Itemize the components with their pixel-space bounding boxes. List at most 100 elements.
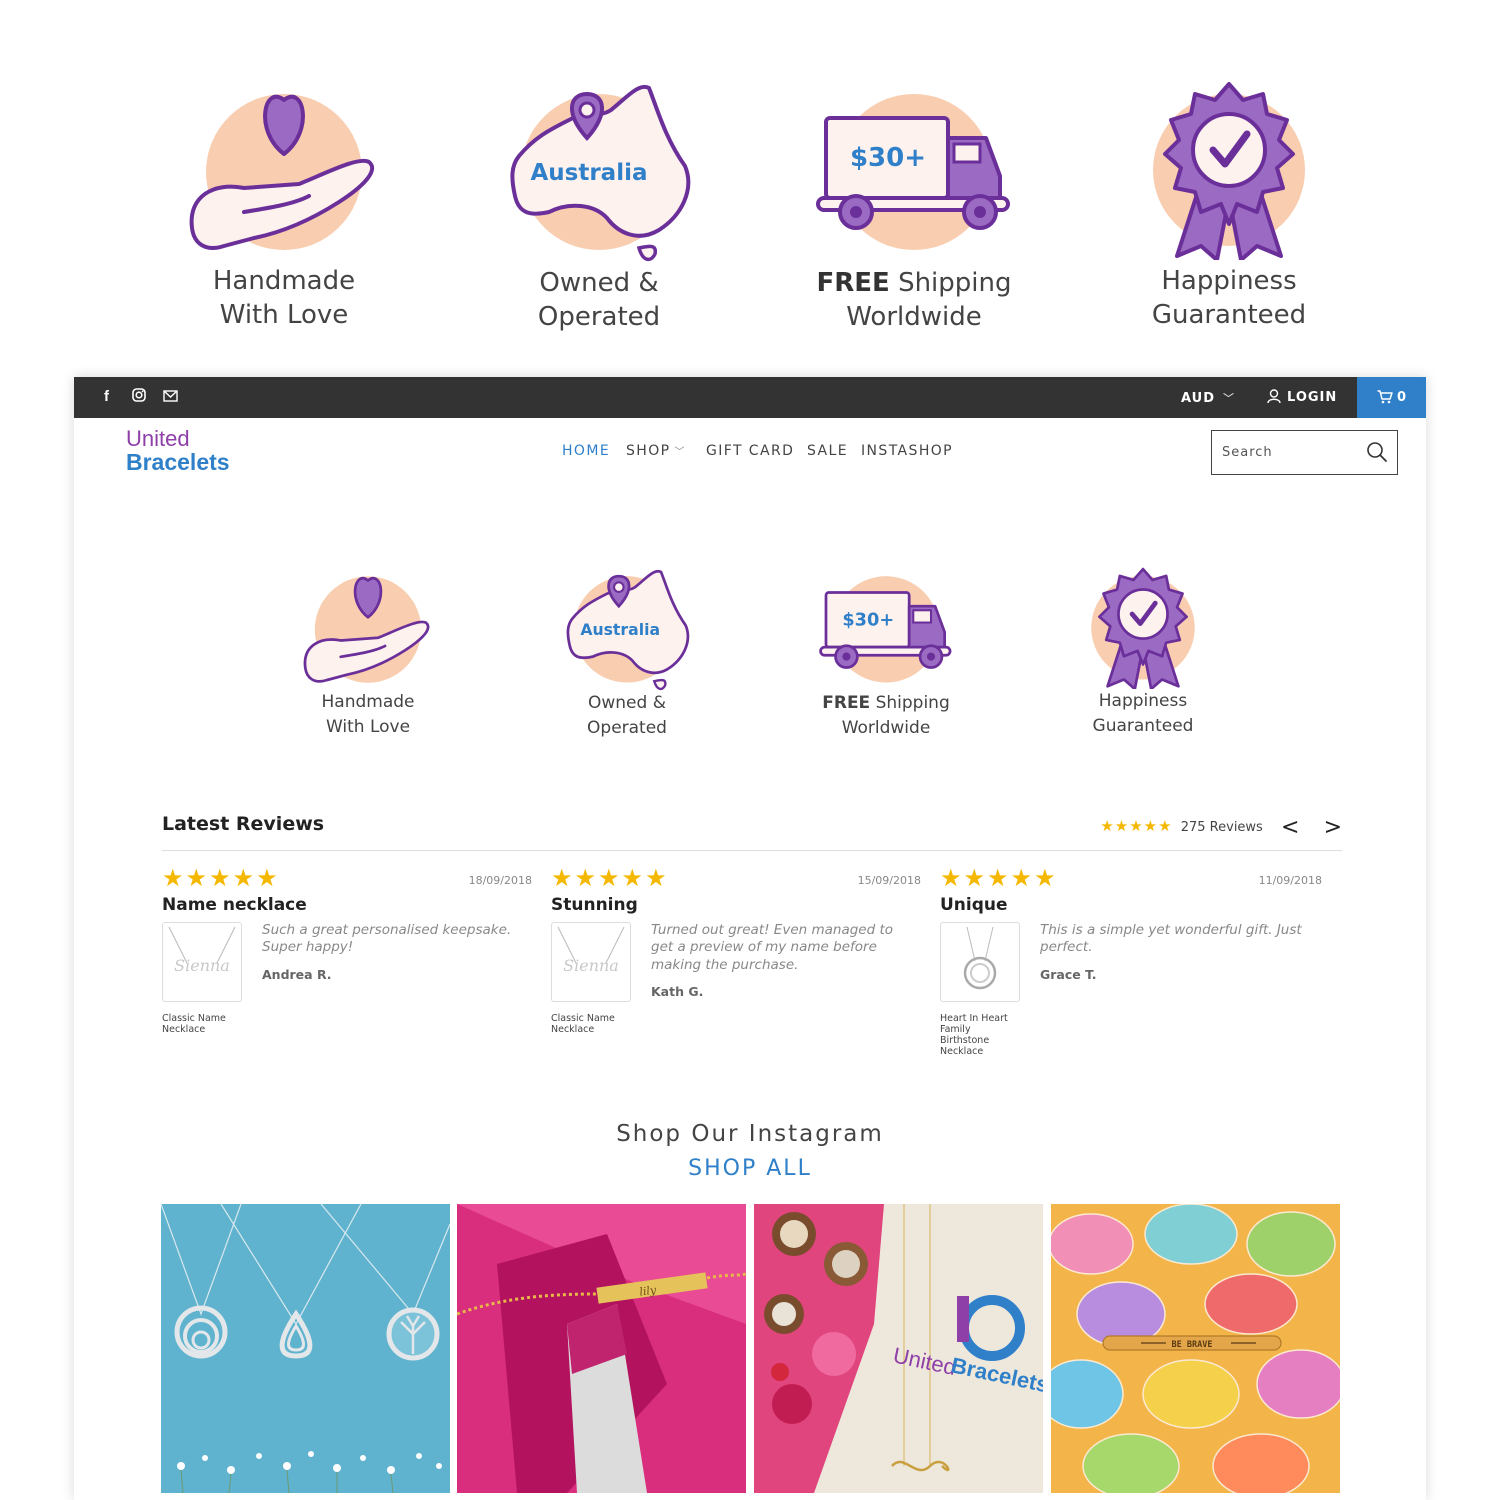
map-label: Australia [530,160,647,186]
logo-line-1: United [126,426,190,451]
product-name[interactable]: Classic Name Necklace [551,1013,631,1036]
caption-line-2: Operated [587,717,667,738]
product-name[interactable]: Heart In Heart Family Birthstone Necklac… [940,1013,1010,1058]
caption-bold: FREE [822,693,871,713]
product-name[interactable]: Classic Name Necklace [162,1013,242,1036]
australia-map-icon: Australia [510,84,691,262]
nav-instashop[interactable]: INSTASHOP [861,443,953,459]
caption-bold: FREE [816,268,890,298]
search-box [1211,430,1398,475]
feature-caption: Happiness Guaranteed [1043,689,1243,738]
caption-line-1: Handmade [321,692,415,712]
infinity-necklace-image: United Bracelets [754,1204,1043,1493]
be-brave-cuff-image: BE BRAVE [1051,1204,1340,1493]
australia-map-icon: Australia [566,569,690,691]
mail-icon[interactable] [163,388,178,406]
name-necklace-image: Sienna [557,926,625,975]
prev-arrow-icon[interactable]: < [1281,815,1299,840]
review-date: 15/09/2018 [857,874,921,887]
review-card: ★★★★★ 18/09/2018 Name necklace Sienna Su… [162,864,532,1035]
nav-gift-card[interactable]: GIFT CARD [706,443,794,459]
caption-line-1: Happiness [1098,691,1188,711]
map-label: Australia [580,620,660,639]
instagram-tile[interactable]: United Bracelets [754,1204,1043,1493]
currency-selector[interactable]: AUD ﹀ [1181,390,1235,406]
heart-hand-icon [189,94,375,250]
bracelet-engraving: lily [639,1283,658,1298]
nav-shop[interactable]: SHOP ﹀ [626,443,686,459]
feature-caption: FREE Shipping Worldwide [804,266,1024,335]
feature-banner: Handmade With Love Australia Owned & Ope… [0,0,1500,377]
nav-shop-label: SHOP [626,443,671,459]
shop-all-link[interactable]: SHOP ALL [74,1156,1426,1181]
svg-text:Sienna: Sienna [174,956,230,975]
review-author: Grace T. [1040,966,1097,982]
review-text: This is a simple yet wonderful gift. Jus… [1040,922,1302,956]
feature-caption: Handmade With Love [268,690,468,739]
caption-line-1: Owned & [539,268,659,298]
caption-line-2: Worldwide [846,302,982,333]
instagram-tile[interactable] [161,1204,450,1493]
currency-label: AUD [1181,391,1216,406]
feature-caption: FREE Shipping Worldwide [786,691,986,740]
shipping-threshold: $30+ [842,610,894,630]
review-card: ★★★★★ 15/09/2018 Stunning Sienna Turned … [551,864,921,1035]
instagram-tile[interactable]: lily [457,1204,746,1493]
chevron-down-icon: ﹀ [1223,392,1236,405]
nav-home[interactable]: HOME [562,443,610,459]
heart-hand-icon [303,576,430,683]
caption-line-1: Handmade [212,266,356,296]
caption-line-2: With Love [325,716,411,737]
cuff-engraving: BE BRAVE [1172,1340,1213,1350]
feature-caption: Handmade With Love [174,264,394,333]
instagram-tile[interactable]: BE BRAVE [1051,1204,1340,1493]
product-thumbnail[interactable]: Sienna [162,922,242,1002]
shipping-threshold: $30+ [850,143,926,173]
heart-pendant-image [963,926,997,990]
review-text: Turned out great! Even managed to get a … [651,922,894,973]
caption-line-1: Happiness [1161,266,1297,296]
caption-line-1: Shipping [889,268,1012,298]
svg-text:Sienna: Sienna [563,956,619,975]
bar-bracelet-image: lily [457,1204,746,1493]
feature-handmade: Handmade With Love [268,565,468,739]
feature-shipping: $30+ FREE Shipping Worldwide [804,78,1024,335]
facebook-icon[interactable]: f [104,388,109,405]
review-author: Andrea R. [262,966,332,982]
feature-caption: Happiness Guaranteed [1119,264,1339,333]
user-icon [1267,389,1281,404]
site-logo[interactable]: United Bracelets [126,428,230,474]
website-frame: f AUD ﹀ LOGIN 0 United Bracelets HOME SHO… [74,377,1426,1500]
feature-australia: Australia Owned & Operated [489,78,709,335]
review-date: 18/09/2018 [468,874,532,887]
feature-caption: Owned & Operated [527,691,727,740]
feature-handmade: Handmade With Love [174,78,394,333]
reviews-count[interactable]: 275 Reviews [1181,820,1263,835]
feature-guarantee: Happiness Guaranteed [1043,565,1243,738]
caption-line-1: Shipping [870,693,950,713]
search-icon[interactable] [1366,441,1388,463]
caption-line-2: Guaranteed [1151,300,1307,331]
cart-button[interactable]: 0 [1357,377,1426,418]
name-necklace-image: Sienna [168,926,236,975]
feature-shipping: $30+ FREE Shipping Worldwide [786,565,986,740]
review-card: ★★★★★ 11/09/2018 Unique This is a simple… [940,864,1322,1057]
caption-line-1: Owned & [588,693,666,713]
award-ribbon-icon [1153,82,1305,260]
caption-line-2: With Love [219,300,349,331]
product-thumbnail[interactable] [940,922,1020,1002]
review-text: Such a great personalised keepsake. Supe… [262,922,512,956]
review-title: Unique [940,895,1008,915]
delivery-truck-icon: $30+ [819,576,952,683]
next-arrow-icon[interactable]: > [1324,815,1342,840]
login-link[interactable]: LOGIN [1267,389,1337,405]
cart-count: 0 [1396,390,1407,405]
product-thumbnail[interactable]: Sienna [551,922,631,1002]
caption-line-2: Worldwide [841,717,931,738]
review-title: Stunning [551,895,638,915]
delivery-truck-icon: $30+ [816,94,1010,250]
nav-sale[interactable]: SALE [807,443,848,459]
search-input[interactable] [1212,431,1352,474]
review-author: Kath G. [651,983,704,999]
instagram-icon[interactable] [132,388,146,406]
